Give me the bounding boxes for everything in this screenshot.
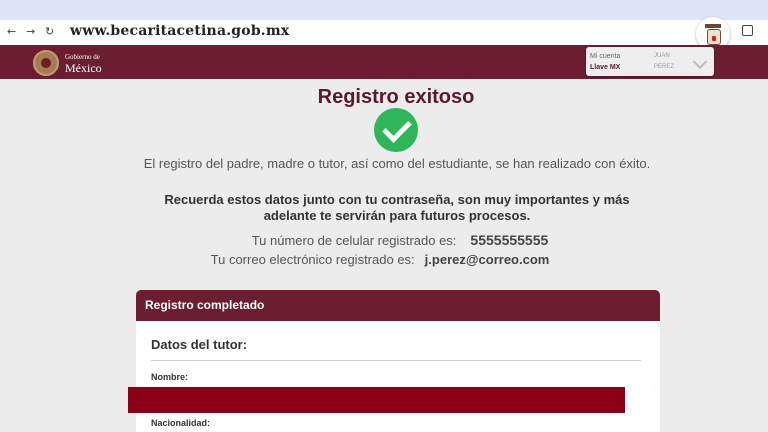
- arrow-right-icon[interactable]: →: [26, 25, 35, 39]
- success-check-icon: [374, 108, 418, 152]
- email-row: Tu correo electrónico registrado es: j.pe…: [0, 252, 760, 267]
- page-title: Registro exitoso: [317, 86, 475, 108]
- field-label-nombre: Nombre:: [151, 372, 189, 382]
- puzzle-icon[interactable]: [742, 25, 753, 36]
- avatar-face-shape: [707, 29, 721, 45]
- graduation-cap-shape: [705, 24, 721, 28]
- account-label: Mi cuenta: [590, 53, 621, 60]
- government-emblem-icon[interactable]: [33, 50, 59, 76]
- email-value: j.perez@correo.com: [424, 252, 550, 267]
- success-message: El registro del padre, madre o tutor, as…: [143, 156, 651, 171]
- logo-subtitle[interactable]: Gobierno de: [65, 53, 100, 61]
- user-last-name: PEREZ: [654, 64, 675, 70]
- url-text[interactable]: www.becaritacetina.gob.mx: [70, 23, 289, 39]
- arrow-left-icon[interactable]: ←: [7, 25, 16, 39]
- phone-value: 5555555555: [470, 232, 549, 248]
- account-title: Llave MX: [590, 64, 621, 71]
- field-label-nacionalidad: Nacionalidad:: [151, 418, 211, 428]
- section-divider: [151, 360, 641, 361]
- tutor-section-title: Datos del tutor:: [151, 337, 248, 352]
- email-label: Tu correo electrónico registrado es:: [210, 252, 415, 267]
- browser-tab-strip: [0, 0, 768, 20]
- user-first-name: JUAN: [654, 53, 670, 59]
- phone-label: Tu número de celular registrado es:: [251, 233, 457, 248]
- logo-title[interactable]: México: [65, 61, 102, 76]
- redaction-bar: [128, 387, 625, 413]
- card-header-title: Registro completado: [145, 298, 265, 312]
- phone-row: Tu número de celular registrado es: 55555…: [0, 232, 768, 248]
- reminder-message: Recuerda estos datos junto con tu contra…: [164, 192, 630, 223]
- reload-icon[interactable]: ↻: [45, 25, 54, 39]
